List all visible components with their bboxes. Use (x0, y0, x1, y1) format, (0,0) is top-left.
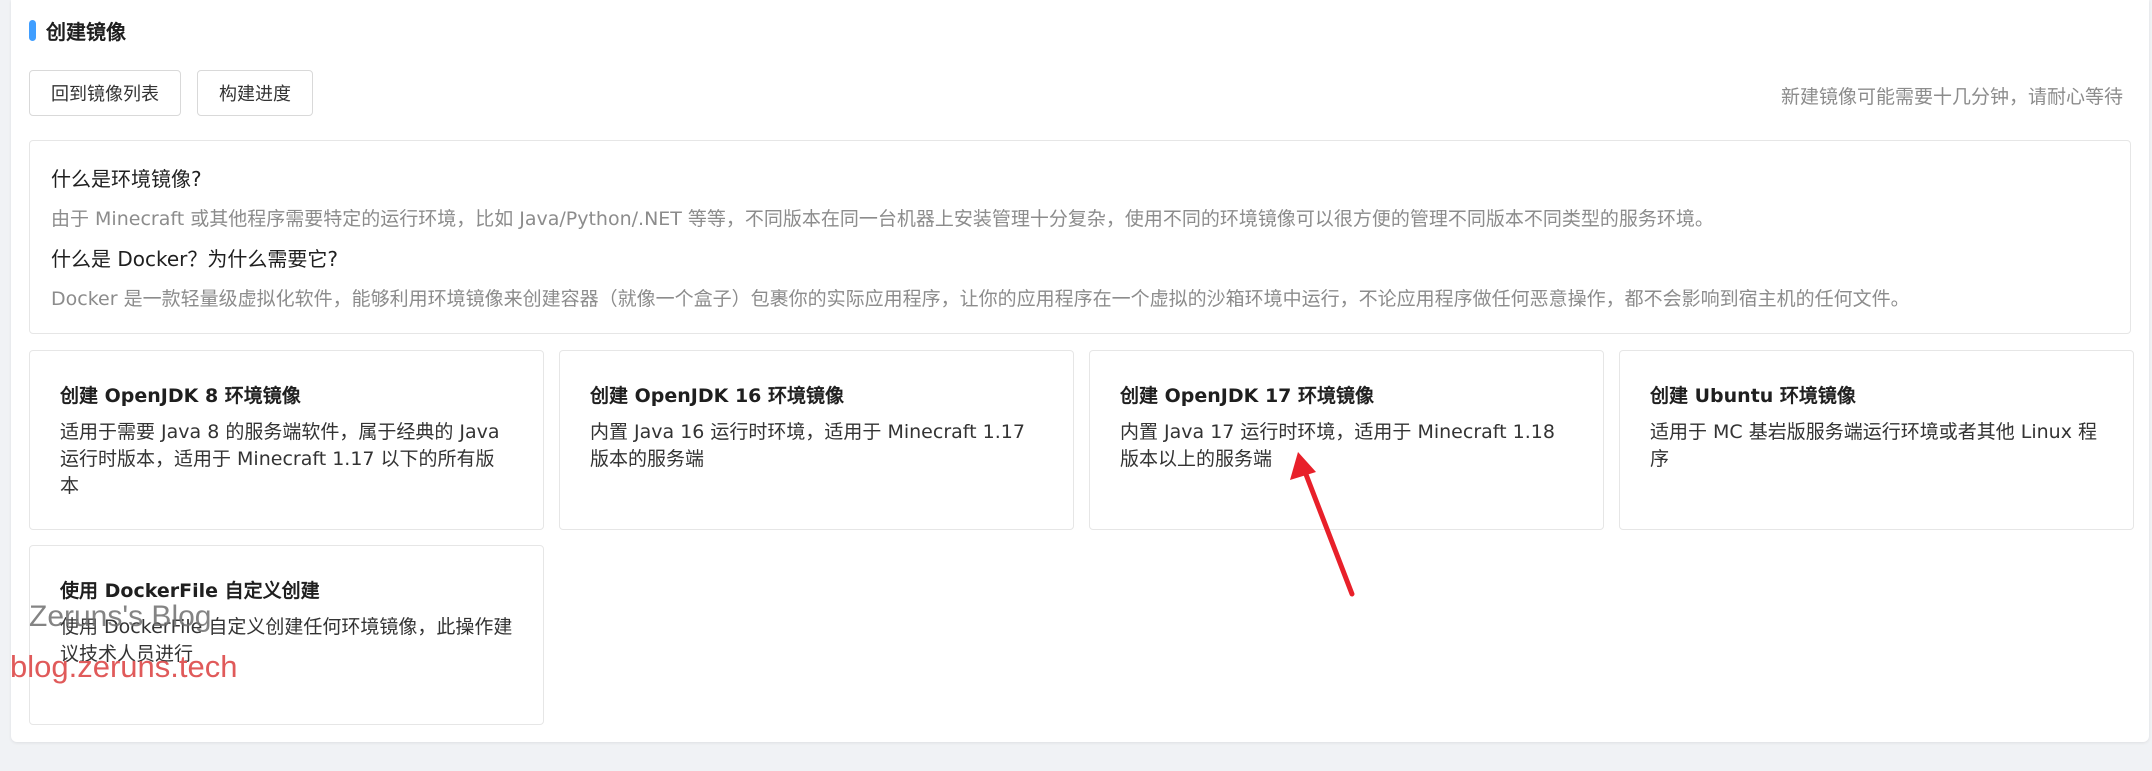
info-box: 什么是环境镜像? 由于 Minecraft 或其他程序需要特定的运行环境，比如 … (29, 140, 2131, 334)
page-title: 创建镜像 (46, 19, 126, 44)
card-description: 使用 DockerFile 自定义创建任何环境镜像，此操作建议技术人员进行 (60, 616, 513, 665)
answer-what-is-image: 由于 Minecraft 或其他程序需要特定的运行环境，比如 Java/Pyth… (51, 208, 1714, 230)
card-openjdk-8[interactable]: 创建 OpenJDK 8 环境镜像 适用于需要 Java 8 的服务端软件，属于… (29, 350, 544, 530)
card-title: 使用 DockerFile 自定义创建 (60, 580, 320, 602)
back-to-image-list-button[interactable]: 回到镜像列表 (29, 70, 181, 116)
card-ubuntu[interactable]: 创建 Ubuntu 环境镜像 适用于 MC 基岩版服务端运行环境或者其他 Lin… (1619, 350, 2134, 530)
question-what-is-docker: 什么是 Docker？为什么需要它? (51, 247, 339, 271)
page-header: 创建镜像 (29, 16, 126, 44)
card-title: 创建 OpenJDK 16 环境镜像 (590, 385, 845, 407)
card-title: 创建 OpenJDK 8 环境镜像 (60, 385, 301, 407)
card-openjdk-17[interactable]: 创建 OpenJDK 17 环境镜像 内置 Java 17 运行时环境，适用于 … (1089, 350, 1604, 530)
create-image-panel: 创建镜像 回到镜像列表 构建进度 新建镜像可能需要十几分钟，请耐心等待 什么是环… (11, 0, 2149, 742)
answer-what-is-docker: Docker 是一款轻量级虚拟化软件，能够利用环境镜像来创建容器（就像一个盒子）… (51, 288, 1910, 310)
card-title: 创建 Ubuntu 环境镜像 (1650, 385, 1856, 407)
card-description: 内置 Java 17 运行时环境，适用于 Minecraft 1.18 版本以上… (1120, 421, 1555, 470)
card-description: 适用于 MC 基岩版服务端运行环境或者其他 Linux 程序 (1650, 421, 2098, 470)
question-what-is-image: 什么是环境镜像? (51, 167, 202, 191)
build-progress-button[interactable]: 构建进度 (197, 70, 313, 116)
card-title: 创建 OpenJDK 17 环境镜像 (1120, 385, 1375, 407)
card-openjdk-16[interactable]: 创建 OpenJDK 16 环境镜像 内置 Java 16 运行时环境，适用于 … (559, 350, 1074, 530)
build-time-hint: 新建镜像可能需要十几分钟，请耐心等待 (1780, 86, 2123, 108)
card-description: 适用于需要 Java 8 的服务端软件，属于经典的 Java 运行时版本，适用于… (60, 421, 500, 497)
card-description: 内置 Java 16 运行时环境，适用于 Minecraft 1.17 版本的服… (590, 421, 1025, 470)
title-accent-bar (29, 19, 36, 41)
card-dockerfile-custom[interactable]: 使用 DockerFile 自定义创建 使用 DockerFile 自定义创建任… (29, 545, 544, 725)
toolbar: 回到镜像列表 构建进度 (29, 70, 313, 116)
